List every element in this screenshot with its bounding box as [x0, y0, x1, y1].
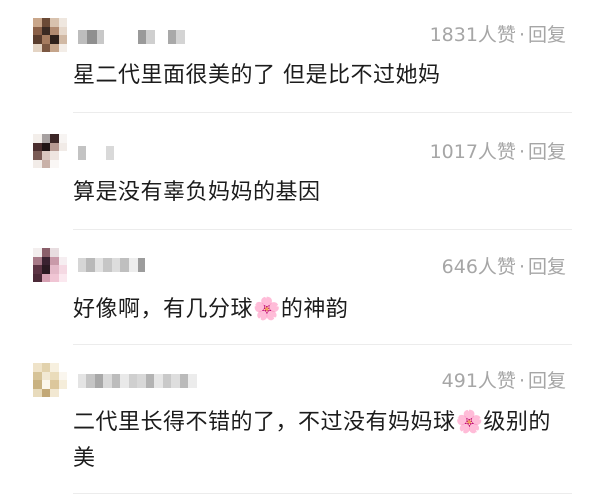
comment-text: 二代里长得不错的了，不过没有妈妈球🌸级别的美: [73, 405, 573, 477]
divider: [73, 229, 572, 230]
username-blurred[interactable]: [78, 374, 197, 388]
reply-button[interactable]: 回复: [528, 24, 566, 46]
username-blurred[interactable]: [78, 258, 145, 272]
cherry-blossom-icon: 🌸: [455, 410, 484, 435]
separator-dot: ·: [518, 370, 525, 392]
reply-button[interactable]: 回复: [528, 256, 566, 278]
avatar[interactable]: [33, 248, 67, 282]
like-count[interactable]: 646人赞: [442, 256, 516, 278]
avatar[interactable]: [33, 363, 67, 397]
like-count[interactable]: 1017人赞: [430, 141, 516, 163]
separator-dot: ·: [518, 141, 525, 163]
comment-text: 星二代里面很美的了 但是比不过她妈: [73, 63, 441, 88]
comment-text-part: 二代里长得不错的了，不过没有妈妈球: [73, 410, 456, 435]
reply-button[interactable]: 回复: [528, 370, 566, 392]
like-count[interactable]: 1831人赞: [430, 24, 516, 46]
reply-button[interactable]: 回复: [528, 141, 566, 163]
separator-dot: ·: [518, 256, 525, 278]
username-blurred[interactable]: [78, 146, 114, 160]
divider: [73, 493, 572, 494]
comment-text: 算是没有辜负妈妈的基因: [73, 180, 321, 205]
divider: [73, 112, 572, 113]
divider: [73, 344, 572, 345]
comment-text-part: 的神韵: [280, 297, 349, 322]
avatar[interactable]: [33, 18, 67, 52]
separator-dot: ·: [518, 24, 525, 46]
username-blurred[interactable]: [78, 30, 185, 44]
comment-text-part: 好像啊，有几分球: [73, 297, 254, 322]
comment-text: 好像啊，有几分球🌸的神韵: [73, 292, 573, 328]
like-count[interactable]: 491人赞: [442, 370, 516, 392]
avatar[interactable]: [33, 134, 67, 168]
cherry-blossom-icon: 🌸: [253, 297, 281, 322]
